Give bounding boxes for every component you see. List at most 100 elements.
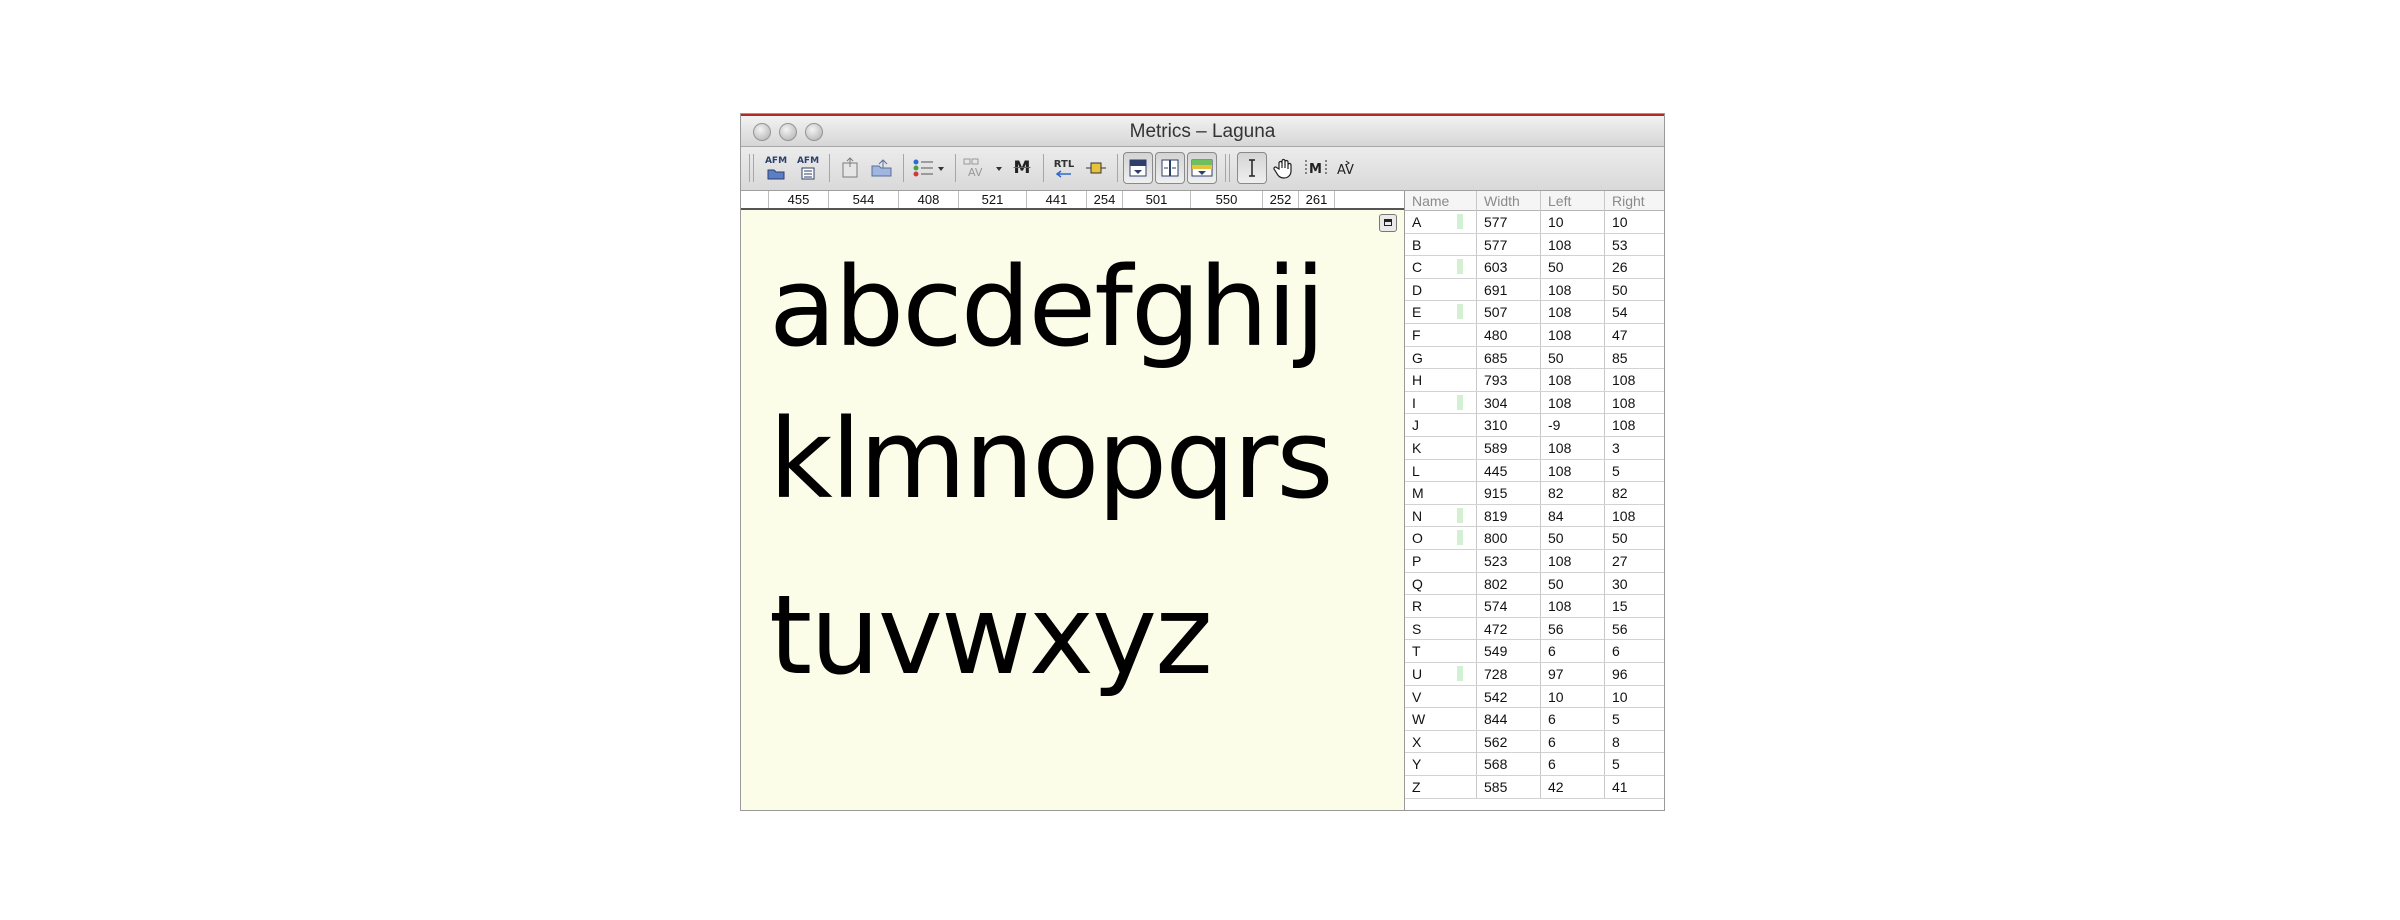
cell-left[interactable]: 6	[1541, 708, 1605, 731]
cell-left[interactable]: 108	[1541, 391, 1605, 414]
column-header-left[interactable]: Left	[1541, 191, 1605, 211]
cell-left[interactable]: 108	[1541, 233, 1605, 256]
cell-right[interactable]: 108	[1605, 505, 1664, 527]
cell-right[interactable]: 10	[1605, 211, 1664, 233]
cell-right[interactable]: 108	[1605, 369, 1664, 391]
metrics-table-row[interactable]: Q 802 50 30	[1405, 572, 1664, 596]
cell-width[interactable]: 577	[1477, 233, 1541, 256]
metrics-table-row[interactable]: X 562 6 8	[1405, 730, 1664, 754]
column-header-width[interactable]: Width	[1477, 191, 1541, 211]
metrics-table-row[interactable]: U 728 97 96	[1405, 663, 1664, 686]
cell-width[interactable]: 445	[1477, 459, 1541, 482]
cell-left[interactable]: 108	[1541, 278, 1605, 301]
cell-right[interactable]: 50	[1605, 527, 1664, 549]
cell-left[interactable]: 42	[1541, 776, 1605, 798]
cell-width[interactable]: 819	[1477, 504, 1541, 527]
metrics-table-row[interactable]: K 589 108 3	[1405, 437, 1664, 460]
cell-width[interactable]: 585	[1477, 776, 1541, 798]
cell-left[interactable]: 108	[1541, 324, 1605, 346]
metrics-table-row[interactable]: D 691 108 50	[1405, 278, 1664, 302]
cell-right[interactable]: 5	[1605, 460, 1664, 482]
metrics-table-row[interactable]: G 685 50 85	[1405, 346, 1664, 370]
cell-width[interactable]: 523	[1477, 550, 1541, 572]
cell-width[interactable]: 507	[1477, 301, 1541, 324]
cell-left[interactable]: 82	[1541, 482, 1605, 505]
metrics-table-row[interactable]: F 480 108 47	[1405, 324, 1664, 347]
cell-left[interactable]: 10	[1541, 685, 1605, 708]
cell-left[interactable]: 50	[1541, 572, 1605, 595]
toggle-panel-button[interactable]	[1379, 214, 1397, 232]
cell-right[interactable]: 30	[1605, 573, 1664, 595]
cell-left[interactable]: 50	[1541, 256, 1605, 279]
metrics-table-row[interactable]: J 310 -9 108	[1405, 414, 1664, 437]
cell-width[interactable]: 728	[1477, 663, 1541, 685]
preview-line[interactable]: klmnopqrs	[769, 404, 1334, 514]
cell-width[interactable]: 574	[1477, 595, 1541, 618]
metrics-table-row[interactable]: N 819 84 108	[1405, 504, 1664, 528]
cell-right[interactable]: 5	[1605, 753, 1664, 775]
cell-width[interactable]: 915	[1477, 482, 1541, 505]
cell-right[interactable]: 5	[1605, 708, 1664, 730]
cell-left[interactable]: 108	[1541, 301, 1605, 324]
cell-right[interactable]: 53	[1605, 234, 1664, 256]
open-glyphs-button[interactable]	[867, 152, 897, 184]
cell-width[interactable]: 691	[1477, 278, 1541, 301]
metrics-table-row[interactable]: O 800 50 50	[1405, 527, 1664, 550]
cell-right[interactable]: 108	[1605, 414, 1664, 436]
cell-left[interactable]: 108	[1541, 369, 1605, 392]
cell-left[interactable]: 10	[1541, 211, 1605, 233]
cell-width[interactable]: 304	[1477, 391, 1541, 414]
cell-left[interactable]: 6	[1541, 640, 1605, 663]
baseline-button[interactable]	[1081, 152, 1111, 184]
cell-width[interactable]: 310	[1477, 414, 1541, 437]
cell-width[interactable]: 844	[1477, 708, 1541, 731]
metrics-table-row[interactable]: R 574 108 15	[1405, 595, 1664, 618]
cell-left[interactable]: 6	[1541, 730, 1605, 753]
metrics-table-row[interactable]: B 577 108 53	[1405, 233, 1664, 257]
cell-width[interactable]: 472	[1477, 617, 1541, 640]
cell-left[interactable]: 50	[1541, 527, 1605, 550]
cell-right[interactable]: 54	[1605, 301, 1664, 323]
cell-width[interactable]: 793	[1477, 369, 1541, 392]
cell-right[interactable]: 47	[1605, 324, 1664, 346]
title-bar[interactable]: Metrics – Laguna	[741, 114, 1664, 147]
rtl-button[interactable]: RTL	[1049, 152, 1079, 184]
preview-line[interactable]: tuvwxyz	[769, 580, 1213, 690]
cell-left[interactable]: 97	[1541, 663, 1605, 685]
metrics-table-row[interactable]: Z 585 42 41	[1405, 776, 1664, 799]
metrics-table-row[interactable]: M 915 82 82	[1405, 482, 1664, 505]
metrics-table-row[interactable]: V 542 10 10	[1405, 685, 1664, 709]
metrics-table-row[interactable]: A 577 10 10	[1405, 211, 1664, 234]
cell-width[interactable]: 685	[1477, 346, 1541, 369]
show-split-panel-button[interactable]	[1155, 152, 1185, 184]
metrics-table-row[interactable]: P 523 108 27	[1405, 550, 1664, 573]
cell-width[interactable]: 562	[1477, 730, 1541, 753]
metrics-table-row[interactable]: T 549 6 6	[1405, 640, 1664, 663]
cell-right[interactable]: 8	[1605, 731, 1664, 753]
metrics-strike-button[interactable]: M	[1007, 152, 1037, 184]
cell-width[interactable]: 589	[1477, 437, 1541, 459]
cell-width[interactable]: 802	[1477, 572, 1541, 595]
kerning-tool-button[interactable]: AV	[1333, 152, 1363, 184]
metrics-table-row[interactable]: Y 568 6 5	[1405, 753, 1664, 776]
cell-width[interactable]: 603	[1477, 256, 1541, 279]
cell-left[interactable]: 6	[1541, 753, 1605, 776]
cell-right[interactable]: 26	[1605, 256, 1664, 278]
metrics-table-row[interactable]: H 793 108 108	[1405, 369, 1664, 392]
cell-right[interactable]: 56	[1605, 618, 1664, 640]
cell-right[interactable]: 41	[1605, 776, 1664, 798]
metrics-tool-button[interactable]: M	[1301, 152, 1331, 184]
cell-right[interactable]: 10	[1605, 686, 1664, 708]
cell-width[interactable]: 549	[1477, 640, 1541, 663]
import-afm-button[interactable]: AFM	[761, 152, 791, 184]
export-afm-button[interactable]: AFM	[793, 152, 823, 184]
cell-right[interactable]: 50	[1605, 279, 1664, 301]
cell-left[interactable]: 108	[1541, 459, 1605, 482]
metrics-table-row[interactable]: E 507 108 54	[1405, 301, 1664, 324]
cell-right[interactable]: 96	[1605, 663, 1664, 685]
cell-left[interactable]: 56	[1541, 617, 1605, 640]
metrics-table-row[interactable]: S 472 56 56	[1405, 617, 1664, 641]
metrics-table-row[interactable]: W 844 6 5	[1405, 708, 1664, 731]
text-tool-button[interactable]	[1237, 152, 1267, 184]
list-options-button[interactable]	[909, 152, 949, 184]
